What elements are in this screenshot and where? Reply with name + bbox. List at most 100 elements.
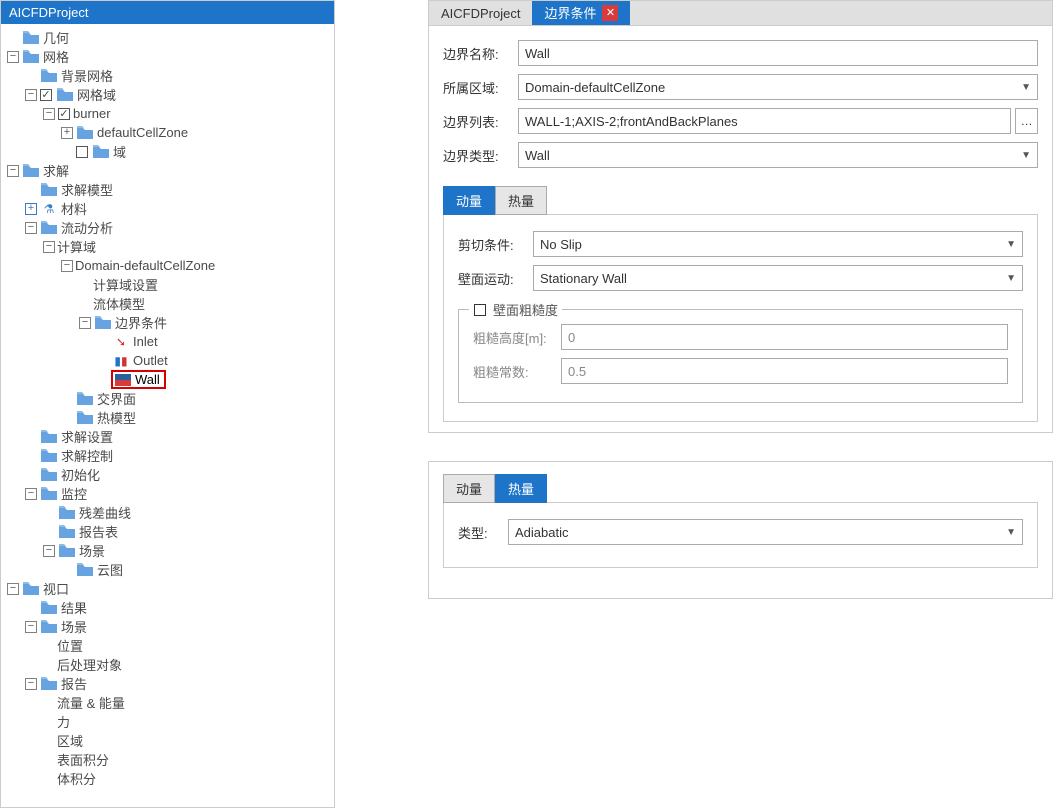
- folder-icon: [41, 468, 57, 481]
- tree-item-postproc[interactable]: 后处理对象: [3, 655, 334, 674]
- tree-label: 交界面: [97, 389, 136, 408]
- rough-height-input[interactable]: [561, 324, 1008, 350]
- tree-item-interface[interactable]: 交界面: [3, 389, 334, 408]
- tree-item-region[interactable]: 区域: [3, 731, 334, 750]
- tree-item-mesh[interactable]: − 网格: [3, 47, 334, 66]
- tree-item-flow-energy[interactable]: 流量 & 能量: [3, 693, 334, 712]
- tree-label: 流体模型: [93, 294, 145, 313]
- collapse-icon[interactable]: −: [25, 678, 37, 690]
- tree-item-wall[interactable]: Wall: [3, 370, 334, 389]
- tree-item-solve-settings[interactable]: 求解设置: [3, 427, 334, 446]
- tab-boundary-condition[interactable]: 边界条件 ✕: [532, 1, 630, 25]
- tree-item-init[interactable]: 初始化: [3, 465, 334, 484]
- collapse-icon[interactable]: −: [43, 545, 55, 557]
- tree-item-residual[interactable]: 残差曲线: [3, 503, 334, 522]
- tree-label: 场景: [61, 617, 87, 636]
- tree-label: 位置: [57, 636, 83, 655]
- tree-item-solve-control[interactable]: 求解控制: [3, 446, 334, 465]
- wall-motion-select[interactable]: Stationary Wall ▼: [533, 265, 1023, 291]
- folder-icon: [23, 164, 39, 177]
- checkbox-icon[interactable]: ✓: [40, 89, 52, 101]
- tree-item-bc[interactable]: − 边界条件: [3, 313, 334, 332]
- folder-icon: [59, 506, 75, 519]
- tree-label: 几何: [43, 28, 69, 47]
- folder-icon: [59, 525, 75, 538]
- tree-item-solve[interactable]: − 求解: [3, 161, 334, 180]
- tree-item-compute-domain[interactable]: − 计算域: [3, 237, 334, 256]
- collapse-icon[interactable]: −: [25, 621, 37, 633]
- checkbox-icon[interactable]: ✓: [58, 108, 70, 120]
- tab-project[interactable]: AICFDProject: [429, 1, 532, 25]
- tree-item-outlet[interactable]: ▮▮ Outlet: [3, 351, 334, 370]
- boundary-name-label: 边界名称:: [443, 44, 518, 63]
- tab-momentum-2[interactable]: 动量: [443, 474, 495, 503]
- tree-item-materials[interactable]: + ⚗ 材料: [3, 199, 334, 218]
- chevron-down-icon: ▼: [1006, 239, 1016, 250]
- tree-item-result[interactable]: 结果: [3, 598, 334, 617]
- browse-button[interactable]: …: [1015, 108, 1038, 134]
- boundary-type-select[interactable]: Wall ▼: [518, 142, 1038, 168]
- tree-item-heat-model[interactable]: 热模型: [3, 408, 334, 427]
- tree-label: Wall: [135, 372, 160, 387]
- tree-label: 报告表: [79, 522, 118, 541]
- collapse-icon[interactable]: −: [25, 89, 37, 101]
- tree-item-scene2[interactable]: − 场景: [3, 617, 334, 636]
- tree-item-force[interactable]: 力: [3, 712, 334, 731]
- checkbox-icon[interactable]: [76, 146, 88, 158]
- tree-item-mesh-domain[interactable]: − ✓ 网格域: [3, 85, 334, 104]
- tab-label: 边界条件: [544, 1, 596, 26]
- collapse-icon[interactable]: −: [7, 51, 19, 63]
- close-icon[interactable]: ✕: [602, 5, 618, 21]
- tab-momentum[interactable]: 动量: [443, 186, 495, 215]
- tree-item-domain-child[interactable]: 域: [3, 142, 334, 161]
- boundary-name-input[interactable]: [518, 40, 1038, 66]
- tree-label: 流动分析: [61, 218, 113, 237]
- tree-item-inlet[interactable]: ➘ Inlet: [3, 332, 334, 351]
- collapse-icon[interactable]: −: [43, 108, 55, 120]
- tree-label: 网格域: [77, 85, 116, 104]
- roughness-checkbox[interactable]: [474, 304, 486, 316]
- collapse-icon[interactable]: −: [79, 317, 91, 329]
- tree-label: 流量 & 能量: [57, 693, 125, 712]
- collapse-icon[interactable]: −: [43, 241, 55, 253]
- tree-label: 场景: [79, 541, 105, 560]
- tab-heat[interactable]: 热量: [495, 186, 547, 215]
- tree-item-report[interactable]: − 报告: [3, 674, 334, 693]
- collapse-icon[interactable]: −: [7, 165, 19, 177]
- tree-item-report-table[interactable]: 报告表: [3, 522, 334, 541]
- collapse-icon[interactable]: −: [25, 222, 37, 234]
- tree-item-compute-settings[interactable]: 计算域设置: [3, 275, 334, 294]
- tree-item-monitor[interactable]: − 监控: [3, 484, 334, 503]
- tree-item-scene-top[interactable]: − 场景: [3, 541, 334, 560]
- tree-item-geometry[interactable]: 几何: [3, 28, 334, 47]
- tree-item-surface-integral[interactable]: 表面积分: [3, 750, 334, 769]
- shear-select[interactable]: No Slip ▼: [533, 231, 1023, 257]
- folder-icon: [41, 487, 57, 500]
- boundary-list-input[interactable]: [518, 108, 1011, 134]
- select-value: Stationary Wall: [540, 271, 627, 286]
- collapse-icon[interactable]: −: [25, 488, 37, 500]
- region-select[interactable]: Domain-defaultCellZone ▼: [518, 74, 1038, 100]
- rough-const-input[interactable]: [561, 358, 1008, 384]
- tree-item-cloud[interactable]: 云图: [3, 560, 334, 579]
- tab-heat-2[interactable]: 热量: [495, 474, 547, 503]
- tree-item-solve-model[interactable]: 求解模型: [3, 180, 334, 199]
- tree-item-flow-analysis[interactable]: − 流动分析: [3, 218, 334, 237]
- tree-item-default-zone[interactable]: + defaultCellZone: [3, 123, 334, 142]
- folder-icon: [41, 221, 57, 234]
- tree-item-volume-integral[interactable]: 体积分: [3, 769, 334, 788]
- collapse-icon[interactable]: −: [61, 260, 73, 272]
- tree-item-bg-mesh[interactable]: 背景网格: [3, 66, 334, 85]
- collapse-icon[interactable]: −: [7, 583, 19, 595]
- boundary-condition-panel: AICFDProject 边界条件 ✕ 边界名称: 所属区域: Domain-d…: [428, 0, 1053, 433]
- tree-item-burner[interactable]: − ✓ burner: [3, 104, 334, 123]
- inlet-icon: ➘: [113, 335, 129, 349]
- tree-item-domain-default[interactable]: − Domain-defaultCellZone: [3, 256, 334, 275]
- tree-item-viewport[interactable]: − 视口: [3, 579, 334, 598]
- expand-icon[interactable]: +: [25, 203, 37, 215]
- heat-type-select[interactable]: Adiabatic ▼: [508, 519, 1023, 545]
- momentum-panel: 剪切条件: No Slip ▼ 壁面运动: Stationary Wall ▼: [443, 214, 1038, 422]
- tree-item-position[interactable]: 位置: [3, 636, 334, 655]
- expand-icon[interactable]: +: [61, 127, 73, 139]
- tree-item-fluid-model[interactable]: 流体模型: [3, 294, 334, 313]
